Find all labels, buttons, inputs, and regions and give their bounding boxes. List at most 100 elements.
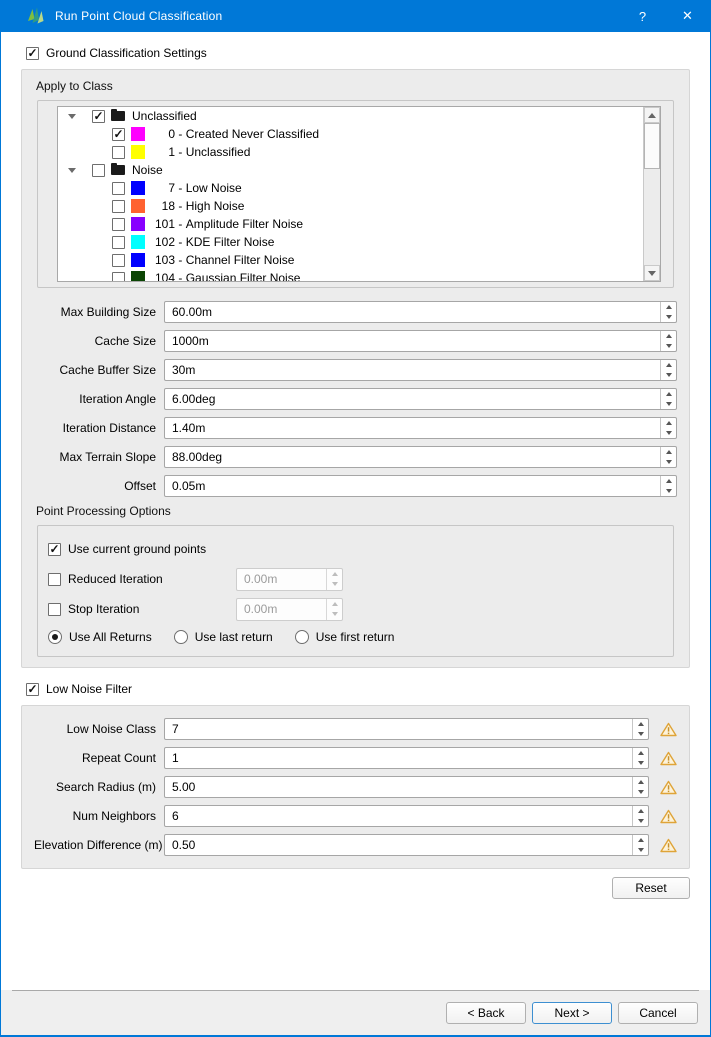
expand-arrow-icon[interactable] — [64, 114, 80, 119]
spin-down-icon[interactable] — [633, 729, 648, 739]
cache-buffer-size-input[interactable]: 30m — [164, 359, 677, 381]
spin-up-icon[interactable] — [661, 331, 676, 341]
tree-item-noise-folder[interactable]: Noise — [58, 161, 660, 179]
spin-down-icon[interactable] — [633, 845, 648, 855]
spin-up-icon[interactable] — [633, 748, 648, 758]
field-value: 88.00deg — [172, 447, 222, 467]
use-first-return-label: Use first return — [316, 630, 395, 644]
reset-button[interactable]: Reset — [612, 877, 690, 899]
field-value: 60.00m — [172, 302, 212, 322]
checkbox[interactable] — [92, 110, 105, 123]
scroll-up-button[interactable] — [644, 107, 660, 123]
max-terrain-slope-input[interactable]: 88.00deg — [164, 446, 677, 468]
spinner-buttons[interactable] — [660, 476, 676, 496]
stop-iteration-checkbox[interactable] — [48, 603, 61, 616]
num-neighbors-input[interactable]: 6 — [164, 805, 649, 827]
spin-up-icon[interactable] — [633, 806, 648, 816]
use-all-returns-radio[interactable] — [48, 630, 62, 644]
checkbox[interactable] — [112, 218, 125, 231]
spin-up-icon[interactable] — [633, 777, 648, 787]
checkbox[interactable] — [112, 236, 125, 249]
tree-item-unclassified-folder[interactable]: Unclassified — [58, 107, 660, 125]
tree-item-class-0[interactable]: 0 - Created Never Classified — [58, 125, 660, 143]
checkbox[interactable] — [112, 272, 125, 283]
ground-classification-checkbox[interactable] — [26, 47, 39, 60]
ground-classification-settings-toggle[interactable]: Ground Classification Settings — [26, 45, 690, 61]
use-current-ground-points-checkbox[interactable] — [48, 543, 61, 556]
low-noise-filter-toggle[interactable]: Low Noise Filter — [26, 681, 690, 697]
class-tree[interactable]: Unclassified 0 - Created Never Classifie… — [57, 106, 661, 282]
spin-up-icon[interactable] — [661, 447, 676, 457]
expand-arrow-icon[interactable] — [64, 168, 80, 173]
spinner-buttons[interactable] — [660, 418, 676, 438]
scroll-down-button[interactable] — [644, 265, 660, 281]
spinner-buttons[interactable] — [660, 360, 676, 380]
checkbox[interactable] — [112, 254, 125, 267]
scrollbar-thumb[interactable] — [644, 123, 660, 169]
spin-down-icon[interactable] — [661, 399, 676, 409]
spin-up-icon[interactable] — [633, 719, 648, 729]
iteration-angle-input[interactable]: 6.00deg — [164, 388, 677, 410]
checkbox[interactable] — [92, 164, 105, 177]
checkbox[interactable] — [112, 146, 125, 159]
checkbox[interactable] — [112, 182, 125, 195]
spin-up-icon[interactable] — [633, 835, 648, 845]
spinner-buttons[interactable] — [660, 389, 676, 409]
low-noise-filter-checkbox[interactable] — [26, 683, 39, 696]
help-button[interactable]: ? — [620, 0, 665, 32]
tree-item-class-102[interactable]: 102 - KDE Filter Noise — [58, 233, 660, 251]
spin-down-icon[interactable] — [661, 457, 676, 467]
spinner-buttons[interactable] — [660, 331, 676, 351]
next-button[interactable]: Next > — [532, 1002, 612, 1024]
checkbox[interactable] — [112, 128, 125, 141]
tree-item-class-101[interactable]: 101 - Amplitude Filter Noise — [58, 215, 660, 233]
use-last-return-radio[interactable] — [174, 630, 188, 644]
tree-item-class-18[interactable]: 18 - High Noise — [58, 197, 660, 215]
spin-down-icon[interactable] — [633, 787, 648, 797]
field-label: Low Noise Class — [34, 722, 164, 736]
class-color-swatch — [131, 145, 145, 159]
spinner-buttons[interactable] — [632, 835, 648, 855]
tree-item-class-104[interactable]: 104 - Gaussian Filter Noise — [58, 269, 660, 282]
repeat-count-input[interactable]: 1 — [164, 747, 649, 769]
spinner-buttons[interactable] — [632, 806, 648, 826]
tree-scrollbar[interactable] — [643, 107, 660, 281]
checkbox[interactable] — [112, 200, 125, 213]
use-current-ground-points-row[interactable]: Use current ground points — [48, 538, 663, 560]
use-first-return-radio[interactable] — [295, 630, 309, 644]
class-number: 18 — [151, 199, 175, 213]
tree-item-class-7[interactable]: 7 - Low Noise — [58, 179, 660, 197]
cancel-button[interactable]: Cancel — [618, 1002, 698, 1024]
stop-iteration-row: Stop Iteration 0.00m — [48, 598, 663, 620]
spin-down-icon[interactable] — [633, 758, 648, 768]
max-building-size-input[interactable]: 60.00m — [164, 301, 677, 323]
cache-size-input[interactable]: 1000m — [164, 330, 677, 352]
spin-down-icon[interactable] — [661, 312, 676, 322]
spinner-buttons[interactable] — [632, 719, 648, 739]
spin-down-icon[interactable] — [633, 816, 648, 826]
iteration-distance-input[interactable]: 1.40m — [164, 417, 677, 439]
spin-down-icon[interactable] — [661, 370, 676, 380]
tree-item-class-1[interactable]: 1 - Unclassified — [58, 143, 660, 161]
tree-item-class-103[interactable]: 103 - Channel Filter Noise — [58, 251, 660, 269]
low-noise-class-input[interactable]: 7 — [164, 718, 649, 740]
spinner-buttons[interactable] — [632, 777, 648, 797]
reduced-iteration-checkbox[interactable] — [48, 573, 61, 586]
spinner-buttons[interactable] — [660, 302, 676, 322]
spin-down-icon[interactable] — [661, 341, 676, 351]
spin-up-icon[interactable] — [661, 476, 676, 486]
spin-up-icon[interactable] — [661, 389, 676, 399]
spin-down-icon[interactable] — [661, 486, 676, 496]
title-bar[interactable]: Run Point Cloud Classification ? ✕ — [1, 0, 710, 32]
spin-down-icon[interactable] — [661, 428, 676, 438]
close-button[interactable]: ✕ — [665, 0, 710, 32]
elevation-difference-input[interactable]: 0.50 — [164, 834, 649, 856]
spinner-buttons[interactable] — [632, 748, 648, 768]
spin-up-icon[interactable] — [661, 418, 676, 428]
spin-up-icon[interactable] — [661, 360, 676, 370]
spinner-buttons[interactable] — [660, 447, 676, 467]
offset-input[interactable]: 0.05m — [164, 475, 677, 497]
search-radius-input[interactable]: 5.00 — [164, 776, 649, 798]
back-button[interactable]: < Back — [446, 1002, 526, 1024]
spin-up-icon[interactable] — [661, 302, 676, 312]
